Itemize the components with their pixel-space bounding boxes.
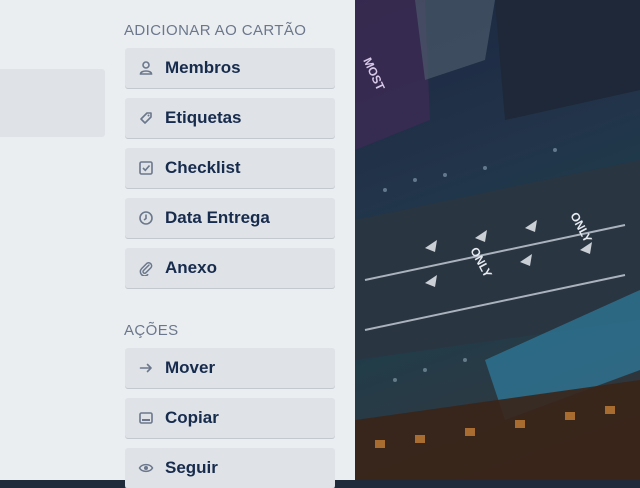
labels-button[interactable]: Etiquetas xyxy=(125,98,335,138)
person-icon xyxy=(138,60,154,76)
attachment-button-label: Anexo xyxy=(165,258,217,277)
background-city-photo: ONLY ONLY MOST xyxy=(355,0,640,480)
card-sidebar-panel: ADICIONAR AO CARTÃO Membros Etiquetas Ch… xyxy=(0,0,355,488)
card-content-placeholder xyxy=(0,69,105,137)
follow-button-label: Seguir xyxy=(165,458,218,477)
due-date-button-label: Data Entrega xyxy=(165,208,270,227)
clock-icon xyxy=(138,210,154,226)
checkbox-icon xyxy=(138,160,154,176)
card-copy-icon xyxy=(138,410,154,426)
arrow-right-icon xyxy=(138,360,154,376)
checklist-button-label: Checklist xyxy=(165,158,241,177)
copy-button[interactable]: Copiar xyxy=(125,398,335,438)
paperclip-icon xyxy=(138,260,154,276)
move-button-label: Mover xyxy=(165,358,216,377)
members-button-label: Membros xyxy=(165,58,241,77)
attachment-button[interactable]: Anexo xyxy=(125,248,335,288)
eye-icon xyxy=(138,460,154,476)
due-date-button[interactable]: Data Entrega xyxy=(125,198,335,238)
move-button[interactable]: Mover xyxy=(125,348,335,388)
city-photo-illustration: ONLY ONLY MOST xyxy=(355,0,640,480)
section-title-actions: AÇÕES xyxy=(124,322,179,339)
checklist-button[interactable]: Checklist xyxy=(125,148,335,188)
labels-button-label: Etiquetas xyxy=(165,108,242,127)
copy-button-label: Copiar xyxy=(165,408,219,427)
tag-icon xyxy=(138,110,154,126)
section-title-add-to-card: ADICIONAR AO CARTÃO xyxy=(124,22,307,39)
follow-button[interactable]: Seguir xyxy=(125,448,335,488)
members-button[interactable]: Membros xyxy=(125,48,335,88)
